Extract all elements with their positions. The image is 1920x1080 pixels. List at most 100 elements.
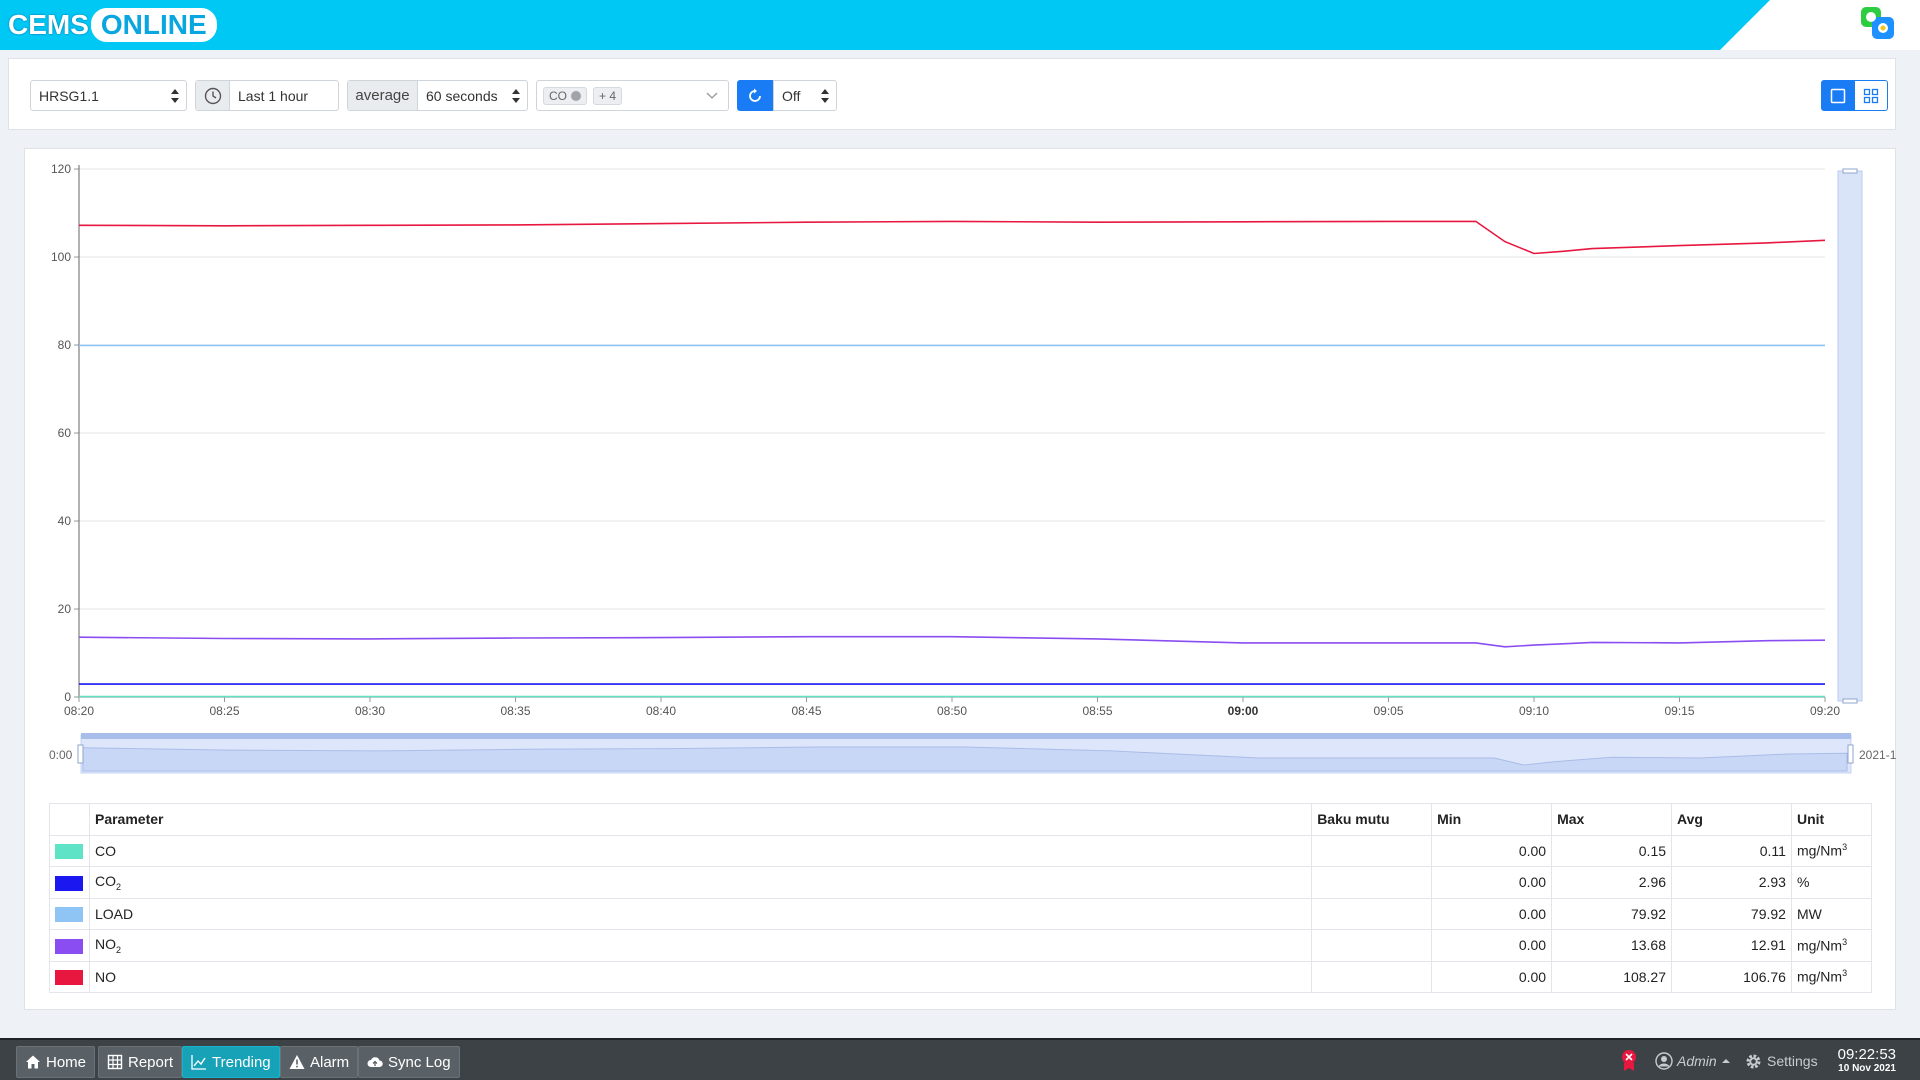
legend-swatch-cell [49,960,90,993]
y-range-slider[interactable] [1837,170,1863,702]
y-tick-label: 60 [58,426,72,440]
column-header: Avg [1671,803,1792,836]
alarm-button-label: Alarm [310,1053,350,1071]
app-header: CEMS ONLINE [0,0,1920,50]
x-tick-label: 08:25 [209,704,239,718]
column-header: Max [1551,803,1673,836]
app-logo[interactable]: CEMS ONLINE [6,8,217,42]
x-tick-label: 08:55 [1082,704,1112,718]
column-header: Parameter [88,803,1313,836]
legend-swatch-cell [49,897,90,930]
trending-button[interactable]: Trending [182,1046,280,1078]
min-cell: 0.00 [1431,897,1553,930]
y-range-handle-top[interactable] [1842,168,1858,174]
report-button[interactable]: Report [98,1046,183,1078]
y-tick-label: 20 [58,602,72,616]
x-tick-label: 09:00 [1228,704,1259,718]
min-cell: 0.00 [1431,960,1553,993]
navigator-right-handle[interactable] [1847,744,1854,764]
user-menu[interactable]: Admin [1655,1046,1731,1076]
unit-cell: mg/Nm3 [1790,834,1873,867]
unit-cell: % [1790,866,1873,899]
legend-swatch [55,844,83,860]
interval-select-value: 60 seconds [426,87,498,104]
unit-cell: MW [1790,897,1873,930]
report-button-label: Report [128,1053,174,1071]
logo-text-cems: CEMS [8,9,89,40]
logo-text-online: ONLINE [90,8,217,42]
series-line [78,220,1826,255]
alarm-button[interactable]: Alarm [280,1046,359,1078]
sync-log-button[interactable]: Sync Log [358,1046,460,1078]
column-header: Baku mutu [1311,803,1433,836]
filter-toolbar: HRSG1.1 Last 1 hour average 60 seconds C… [8,58,1896,130]
select-arrows-icon [821,89,829,103]
refresh-button[interactable] [737,80,773,111]
home-button-label: Home [46,1053,87,1071]
trend-chart[interactable]: 0 20 40 60 80 100 120 08:20 08:25 08:30 08:35 08:4… [25,149,1897,789]
table-row: CO 0.00 0.15 0.11 mg/Nm3 [49,834,1873,867]
chart-series [78,220,1826,698]
unit-select[interactable]: HRSG1.1 [30,80,187,111]
warning-icon [289,1055,305,1069]
legend-swatch [55,875,83,891]
connection-status[interactable] [1620,1046,1638,1076]
navigator-left-handle[interactable] [77,744,84,764]
parameter-multiselect[interactable]: CO + 4 [536,80,729,111]
legend-swatch [55,907,83,923]
tag-remove-icon[interactable] [571,90,581,101]
parameter-tag[interactable]: CO [543,86,587,105]
grid-view-button[interactable] [1854,80,1888,111]
clock: 09:22:53 10 Nov 2021 [1838,1046,1896,1075]
auto-refresh-select[interactable]: Off [773,80,837,111]
select-arrows-icon [171,89,179,103]
trend-chart-panel: 0 20 40 60 80 100 120 08:20 08:25 08:30 08:35 08:4… [24,148,1897,1010]
avg-cell: 79.92 [1671,897,1792,930]
max-cell: 0.15 [1551,834,1673,867]
y-tick-label: 40 [58,514,72,528]
gear-icon [1746,1054,1761,1068]
column-header: Unit [1790,803,1873,836]
x-tick-label: 09:10 [1519,704,1549,718]
navigator-left-label: 0:00 [49,748,73,762]
y-range-handle-bottom[interactable] [1842,698,1858,704]
max-cell: 13.68 [1551,929,1673,962]
aggregation-select[interactable]: average 60 seconds [347,80,528,111]
home-button[interactable]: Home [16,1046,96,1078]
x-tick-label: 08:45 [791,704,821,718]
legend-swatch [55,938,83,954]
legend-swatch-cell [49,929,90,962]
trending-button-label: Trending [212,1053,271,1071]
select-arrows-icon [512,89,520,103]
x-tick-label: 08:50 [937,704,967,718]
clock-time: 09:22:53 [1837,1046,1896,1063]
x-tick-label: 09:05 [1373,704,1403,718]
parameter-cell: LOAD [88,897,1313,930]
clock-date: 10 Nov 2021 [1838,1063,1896,1074]
apps-icon[interactable] [1858,5,1898,45]
table-header-row: Parameter Baku mutu Min Max Avg Unit [49,803,1873,836]
sync-log-button-label: Sync Log [388,1053,451,1071]
max-cell: 79.92 [1551,897,1673,930]
clock-icon [196,81,230,110]
x-axis: 08:20 08:25 08:30 08:35 08:40 08:45 08:50 08:55… [64,696,1840,718]
chart-grid [79,168,1825,698]
home-icon [26,1055,40,1069]
time-range-picker[interactable]: Last 1 hour [195,80,339,111]
time-range-value: Last 1 hour [238,87,309,104]
max-cell: 108.27 [1551,960,1673,993]
baku-mutu-cell [1311,929,1433,962]
color-column-header [49,803,90,836]
x-tick-label: 09:20 [1810,704,1840,718]
parameter-cell: NO2 [88,929,1313,962]
legend-swatch-cell [49,866,90,899]
single-view-button[interactable] [1821,80,1855,111]
y-tick-label: 80 [58,338,72,352]
navigator-scrollbar[interactable] [81,733,1851,739]
min-cell: 0.00 [1431,866,1553,899]
x-tick-label: 08:30 [355,704,385,718]
settings-button[interactable]: Settings [1745,1046,1818,1076]
line-chart-icon [191,1055,206,1070]
max-cell: 2.96 [1551,866,1673,899]
navigator-right-label: 2021-1 [1859,748,1897,762]
